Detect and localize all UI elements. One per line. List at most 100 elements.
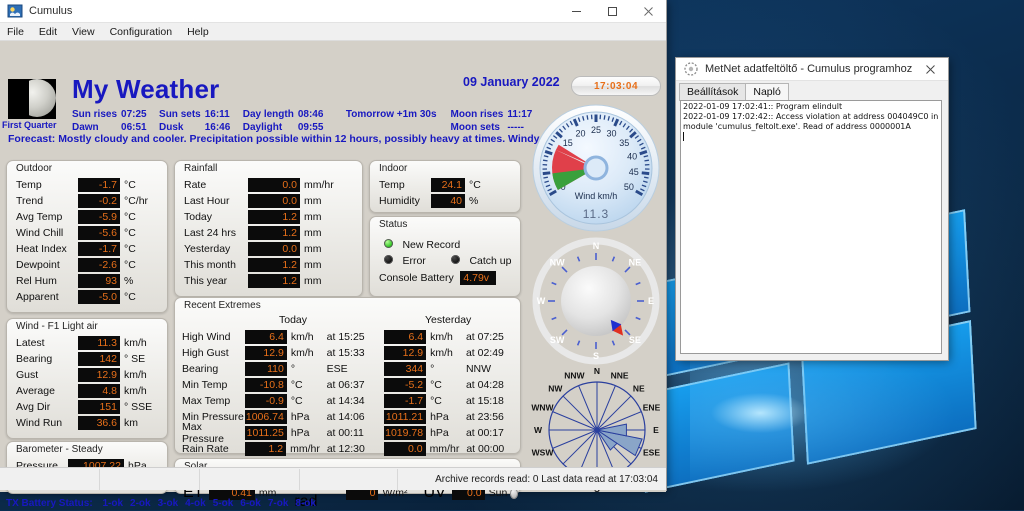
- rainfall-value: 1.2: [248, 210, 300, 224]
- extremes-yesterday-unit: km/h: [430, 347, 459, 359]
- tx-battery-item: 2-ok: [130, 498, 151, 509]
- extremes-today-time: at 06:37: [327, 379, 381, 391]
- statusbar-cell-2: [100, 469, 200, 490]
- extremes-yesterday-value: 1019.78: [384, 426, 426, 440]
- forecast-label: Forecast:: [8, 133, 55, 145]
- indoor-label: Humidity: [379, 195, 431, 207]
- extremes-row-label: Max Pressure: [182, 421, 245, 445]
- outdoor-row: Heat Index-1.7°C: [7, 241, 167, 257]
- sun-rises-value: 07:25: [121, 109, 159, 122]
- extremes-today-value: 6.4: [245, 330, 287, 344]
- tx-battery-item: 6-ok: [240, 498, 261, 509]
- extremes-today-time: at 15:25: [327, 331, 381, 343]
- extremes-row-label: Rain Rate: [182, 443, 245, 455]
- outdoor-unit: °C: [124, 179, 136, 191]
- outdoor-value: -1.7: [78, 242, 120, 256]
- wind-unit: km/h: [124, 337, 147, 349]
- extremes-yesterday-time: at 00:17: [466, 427, 520, 439]
- rainfall-value: 0.0: [248, 178, 300, 192]
- wind-label: Avg Dir: [16, 401, 78, 413]
- extremes-today-unit: °C: [291, 379, 320, 391]
- compass-point-label: E: [648, 296, 654, 306]
- extremes-yesterday-time: at 07:25: [466, 331, 520, 343]
- outdoor-value: -5.0: [78, 290, 120, 304]
- outdoor-value: 93: [78, 274, 120, 288]
- gauge-tick-label: 50: [624, 182, 634, 192]
- forecast-line: Forecast: Mostly cloudy and cooler. Prec…: [8, 133, 542, 145]
- indoor-row: Temp24.1°C: [370, 177, 520, 193]
- statusbar-text: Archive records read: 0 Last data read a…: [435, 474, 666, 485]
- extremes-yesterday-value: 0.0: [384, 442, 425, 456]
- forecast-text: Mostly cloudy and cooler. Precipitation …: [58, 133, 541, 145]
- wind-rose-point-label: NNE: [611, 370, 629, 380]
- tab-beallitasok[interactable]: Beállítások: [679, 83, 746, 101]
- compass-tick: [612, 257, 614, 262]
- maximize-button[interactable]: [594, 0, 630, 22]
- compass-point-label: SE: [629, 335, 641, 345]
- menu-item-help[interactable]: Help: [187, 26, 209, 38]
- extremes-yesterday-unit: hPa: [430, 411, 459, 423]
- error-lamp-icon: [384, 255, 393, 264]
- rainfall-label: Yesterday: [184, 243, 248, 255]
- outdoor-label: Temp: [16, 179, 78, 191]
- indoor-row: Humidity40%: [370, 193, 520, 209]
- wind-rose-point-label: WNW: [531, 402, 554, 412]
- tx-battery-prefix: TX Battery Status:: [6, 498, 93, 509]
- wind-label: Average: [16, 385, 78, 397]
- wind-rose-spoke: [563, 396, 597, 430]
- rainfall-label: This month: [184, 259, 248, 271]
- wind-value: 36.6: [78, 416, 120, 430]
- wind-rose-point-label: NNW: [564, 370, 585, 380]
- day-length-value: 08:46: [298, 109, 336, 122]
- menu-item-configuration[interactable]: Configuration: [110, 26, 172, 38]
- extremes-today-unit: °C: [291, 395, 320, 407]
- menu-bar: File Edit View Configuration Help: [0, 23, 666, 41]
- wind-row: Average4.8km/h: [7, 383, 167, 399]
- extremes-yesterday-time: NNW: [466, 363, 520, 375]
- extremes-today-time: ESE: [327, 363, 381, 375]
- extremes-row: High Wind6.4km/hat 15:256.4km/hat 07:25: [175, 329, 520, 345]
- wind-unit: km/h: [124, 369, 147, 381]
- extremes-row: Min Temp-10.8°Cat 06:37-5.2°Cat 04:28: [175, 377, 520, 393]
- extremes-yesterday-value: -5.2: [384, 378, 426, 392]
- wind-row: Bearing142° SE: [7, 351, 167, 367]
- minimize-button[interactable]: [558, 0, 594, 22]
- close-button[interactable]: [630, 0, 666, 22]
- wind-rose-point-label: W: [534, 425, 543, 435]
- extremes-today-time: at 14:34: [327, 395, 381, 407]
- statusbar-cell-1: [0, 469, 100, 490]
- menu-item-edit[interactable]: Edit: [39, 26, 57, 38]
- extremes-row-label: Max Temp: [182, 395, 245, 407]
- rainfall-label: Today: [184, 211, 248, 223]
- wind-rose-point-label: E: [653, 425, 659, 435]
- outdoor-row: Avg Temp-5.9°C: [7, 209, 167, 225]
- gauge-tick-label: 30: [606, 128, 616, 138]
- barometer-caption: Barometer - Steady: [16, 444, 103, 455]
- svg-text:11.3: 11.3: [583, 207, 609, 221]
- tx-battery-item: 5-ok: [213, 498, 234, 509]
- sun-sets-value: 16:11: [205, 109, 243, 122]
- log-textarea[interactable]: 2022-01-09 17:02:41:: Program elindult 2…: [680, 100, 942, 354]
- menu-item-view[interactable]: View: [72, 26, 95, 38]
- rainfall-unit: mm: [304, 227, 322, 239]
- gauge-major-tick: [642, 173, 649, 174]
- menu-item-file[interactable]: File: [7, 26, 24, 38]
- sun-sets-label: Sun sets: [159, 109, 205, 122]
- compass-tick: [636, 283, 641, 285]
- extremes-yesterday-value: 12.9: [384, 346, 426, 360]
- outdoor-value: -2.6: [78, 258, 120, 272]
- rainfall-row: This year1.2mm: [175, 273, 362, 289]
- gauge-minor-tick: [644, 160, 648, 161]
- dialog-close-button[interactable]: [912, 58, 948, 80]
- wind-direction-compass: NNEESESSWWNW: [531, 237, 661, 365]
- moon-rises-label: Moon rises: [441, 109, 508, 122]
- clock-time: 17:03:04: [594, 81, 638, 92]
- outdoor-unit: °C: [124, 291, 136, 303]
- extremes-yesterday-value: -1.7: [384, 394, 426, 408]
- tx-battery-item: 1-ok: [102, 498, 123, 509]
- extremes-yesterday-value: 6.4: [384, 330, 426, 344]
- gauge-minor-tick: [604, 115, 605, 119]
- gauge-tick-label: 45: [629, 167, 639, 177]
- indoor-unit: °C: [469, 179, 481, 191]
- dialog-tab-bar: Beállítások Napló: [676, 81, 948, 101]
